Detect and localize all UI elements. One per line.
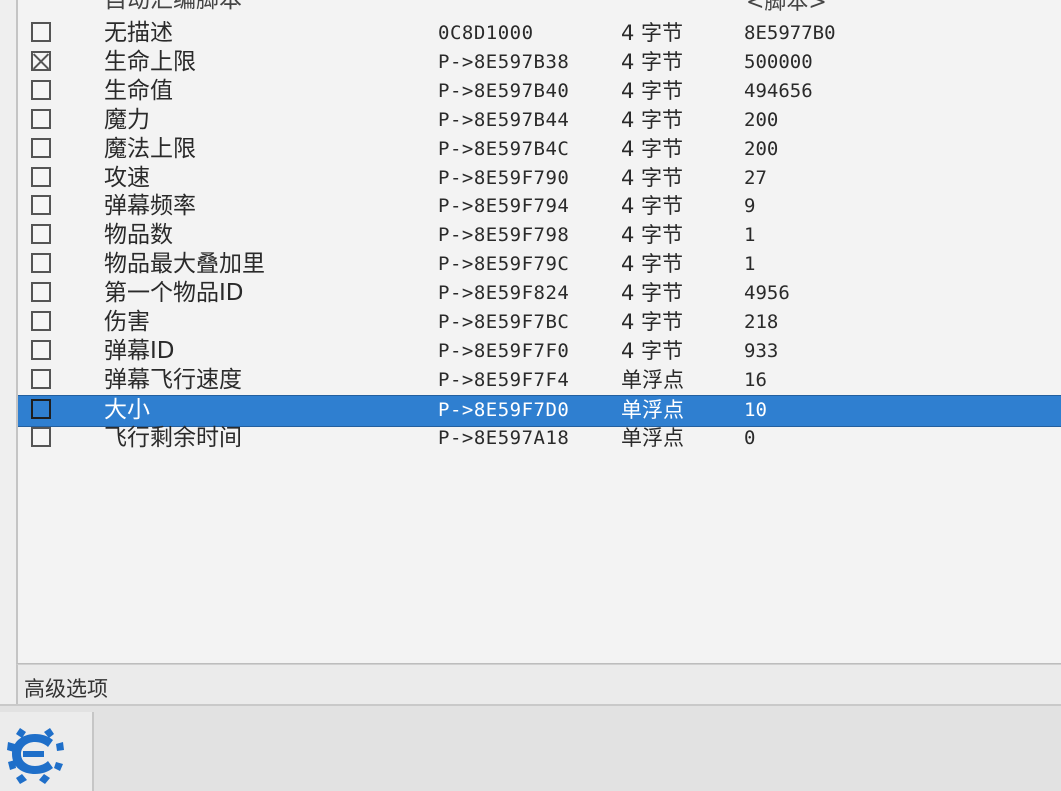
- active-checkbox[interactable]: [31, 195, 51, 216]
- active-checkbox[interactable]: [31, 79, 51, 100]
- active-checkbox[interactable]: [31, 311, 51, 331]
- table-row[interactable]: 第一个物品ID P->8E59F824 4 字节 4956: [18, 279, 1061, 308]
- description-cell: 魔力: [104, 106, 150, 133]
- type-cell: 4 字节: [621, 252, 684, 277]
- bottom-bar: [0, 704, 1061, 791]
- description-cell: 弹幕飞行速度: [104, 366, 242, 393]
- value-cell[interactable]: 27: [744, 164, 767, 193]
- type-cell: 4 字节: [621, 78, 684, 103]
- address-cell: 0C8D1000: [438, 22, 534, 44]
- type-cell: 单浮点: [621, 425, 684, 450]
- address-cell: P->8E597B44: [438, 108, 570, 131]
- active-checkbox[interactable]: [31, 224, 51, 245]
- active-checkbox[interactable]: [31, 108, 51, 129]
- table-row[interactable]: 弹幕频率 P->8E59F794 4 字节 9: [18, 192, 1061, 221]
- table-row[interactable]: 生命值 P->8E597B40 4 字节 494656: [18, 77, 1061, 106]
- table-row[interactable]: 魔力 P->8E597B44 4 字节 200: [18, 106, 1061, 135]
- value-cell[interactable]: 933: [744, 337, 778, 366]
- advanced-options-bar[interactable]: 高级选项: [16, 664, 1061, 705]
- table-row[interactable]: 物品数 P->8E59F798 4 字节 1: [18, 221, 1061, 250]
- type-cell: 单浮点: [621, 397, 684, 422]
- description-cell: 伤害: [104, 309, 150, 335]
- address-cell: P->8E597A18: [438, 426, 570, 449]
- type-cell: 4 字节: [621, 107, 684, 132]
- value-cell[interactable]: 1: [744, 221, 755, 250]
- description-cell: 攻速: [104, 164, 150, 191]
- address-cell: P->8E597B38: [438, 50, 570, 73]
- address-cell: P->8E59F7D0: [438, 398, 570, 421]
- address-cell: P->8E59F794: [438, 195, 570, 218]
- description-cell: 魔法上限: [104, 135, 196, 162]
- address-cell: P->8E59F7F4: [438, 368, 570, 391]
- table-row[interactable]: 物品最大叠加里 P->8E59F79C 4 字节 1: [18, 250, 1061, 279]
- address-cell: P->8E597B40: [438, 79, 570, 102]
- description-cell: 飞行剩余时间: [104, 424, 242, 451]
- active-checkbox[interactable]: [31, 398, 51, 419]
- description-cell: 物品最大叠加里: [104, 251, 265, 278]
- table-row[interactable]: 无描述 0C8D1000 4 字节 8E5977B0: [18, 19, 1061, 48]
- type-cell: 4 字节: [621, 281, 684, 306]
- description-cell: 无描述: [104, 20, 173, 46]
- address-cell: P->8E59F824: [438, 282, 570, 305]
- value-cell[interactable]: 494656: [744, 77, 813, 106]
- table-row[interactable]: 弹幕ID P->8E59F7F0 4 字节 933: [18, 337, 1061, 366]
- table-row[interactable]: 弹幕飞行速度 P->8E59F7F4 单浮点 16: [18, 366, 1061, 395]
- description-cell: 大小: [104, 396, 150, 423]
- active-checkbox[interactable]: [31, 426, 51, 447]
- type-cell: 4 字节: [621, 49, 684, 74]
- partial-row-label: 自动汇编脚本: [104, 0, 242, 13]
- value-cell[interactable]: 9: [744, 192, 755, 221]
- type-cell: 单浮点: [621, 367, 684, 392]
- active-checkbox[interactable]: [31, 22, 51, 42]
- value-cell[interactable]: 500000: [744, 48, 813, 77]
- type-cell: 4 字节: [621, 21, 684, 45]
- active-checkbox[interactable]: [31, 253, 51, 274]
- address-cell: P->8E59F790: [438, 166, 570, 189]
- address-cell: P->8E59F7BC: [438, 311, 570, 333]
- address-list[interactable]: 自动汇编脚本 <脚本> 无描述 0C8D1000 4 字节 8E5977B0 生命上限 P…: [16, 0, 1061, 664]
- description-cell: 物品数: [104, 222, 173, 249]
- description-cell: 第一个物品ID: [104, 280, 244, 307]
- description-cell: 生命上限: [104, 48, 196, 75]
- description-cell: 生命值: [104, 77, 173, 104]
- type-cell: 4 字节: [621, 338, 684, 363]
- table-row[interactable]: 大小 P->8E59F7D0 单浮点 10: [18, 394, 1061, 427]
- active-checkbox[interactable]: [31, 166, 51, 187]
- description-cell: 弹幕频率: [104, 193, 196, 220]
- table-row[interactable]: 攻速 P->8E59F790 4 字节 27: [18, 164, 1061, 193]
- type-cell: 4 字节: [621, 310, 684, 334]
- value-cell[interactable]: 218: [744, 308, 778, 337]
- active-checkbox[interactable]: [31, 339, 51, 360]
- table-row[interactable]: 生命上限 P->8E597B38 4 字节 500000: [18, 48, 1061, 77]
- type-cell: 4 字节: [621, 136, 684, 161]
- value-cell[interactable]: 200: [744, 106, 778, 135]
- cheat-table-window: 自动汇编脚本 <脚本> 无描述 0C8D1000 4 字节 8E5977B0 生命上限 P…: [0, 0, 1061, 791]
- value-cell[interactable]: 4956: [744, 279, 790, 308]
- script-value: <脚本>: [746, 0, 827, 15]
- value-cell[interactable]: 0: [744, 424, 755, 453]
- advanced-options-label[interactable]: 高级选项: [24, 673, 108, 703]
- cheat-engine-logo-icon: [7, 728, 64, 784]
- address-cell: P->8E597B4C: [438, 137, 570, 160]
- type-cell: 4 字节: [621, 194, 684, 219]
- logo-button[interactable]: [0, 712, 94, 791]
- active-checkbox[interactable]: [31, 137, 51, 158]
- type-cell: 4 字节: [621, 165, 684, 190]
- active-checkbox[interactable]: [31, 282, 51, 303]
- type-cell: 4 字节: [621, 223, 684, 248]
- value-cell[interactable]: 16: [744, 366, 767, 395]
- value-cell[interactable]: 200: [744, 135, 778, 164]
- value-cell[interactable]: 8E5977B0: [744, 19, 836, 48]
- table-row[interactable]: 伤害 P->8E59F7BC 4 字节 218: [18, 308, 1061, 337]
- address-cell: P->8E59F79C: [438, 253, 570, 276]
- address-cell: P->8E59F798: [438, 224, 570, 247]
- table-row[interactable]: 飞行剩余时间 P->8E597A18 单浮点 0: [18, 424, 1061, 453]
- active-checkbox[interactable]: [31, 368, 51, 389]
- table-row[interactable]: 魔法上限 P->8E597B4C 4 字节 200: [18, 135, 1061, 164]
- address-cell: P->8E59F7F0: [438, 339, 570, 362]
- description-cell: 弹幕ID: [104, 337, 175, 364]
- active-checkbox[interactable]: [31, 50, 51, 71]
- value-cell[interactable]: 1: [744, 250, 755, 279]
- value-cell[interactable]: 10: [744, 396, 767, 425]
